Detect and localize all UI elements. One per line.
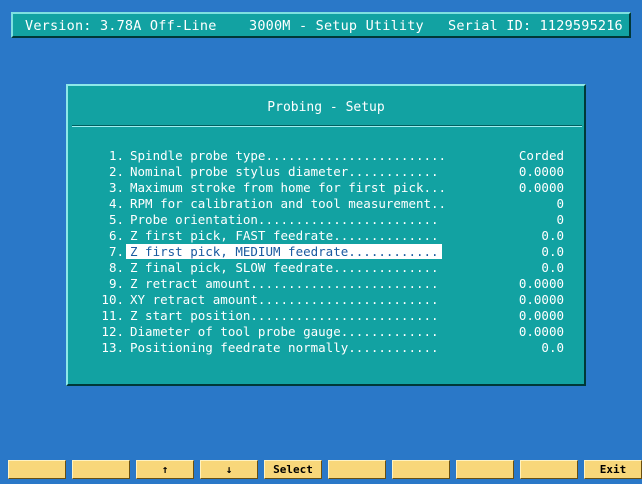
parameter-value: 0.0 xyxy=(541,260,564,275)
parameter-value: 0.0000 xyxy=(518,276,564,291)
parameter-label: Nominal probe stylus diameter...........… xyxy=(130,164,439,179)
parameter-row[interactable]: 9. Z retract amount......................… xyxy=(68,276,584,292)
header-bar: Version: 3.78A Off-Line 3000M - Setup Ut… xyxy=(11,12,631,38)
parameter-value: 0.0 xyxy=(541,340,564,355)
dialog-title: Probing - Setup xyxy=(267,100,385,115)
parameter-row[interactable]: 11. Z start position.....................… xyxy=(68,308,584,324)
parameter-row[interactable]: 4. RPM for calibration and tool measureme… xyxy=(68,196,584,212)
parameter-row[interactable]: 7. Z first pick, MEDIUM feedrate.........… xyxy=(68,244,584,260)
parameter-number: 5. xyxy=(108,212,124,227)
fkey-select[interactable]: Select xyxy=(264,460,322,479)
parameter-value: 0.0000 xyxy=(518,324,564,339)
serial-id-label: Serial ID: 1129595216 xyxy=(448,18,623,34)
parameter-label: RPM for calibration and tool measurement… xyxy=(130,196,447,211)
parameter-row[interactable]: 1. Spindle probe type....................… xyxy=(68,148,584,164)
parameter-label: Spindle probe type......................… xyxy=(130,148,447,163)
parameter-value: 0.0000 xyxy=(518,292,564,307)
parameter-number: 3. xyxy=(108,180,124,195)
parameter-value: Corded xyxy=(518,148,564,163)
parameter-number: 10. xyxy=(101,292,124,307)
parameter-number: 12. xyxy=(101,324,124,339)
fkey-2[interactable] xyxy=(72,460,130,479)
version-label: Version: 3.78A Off-Line xyxy=(25,18,217,34)
parameter-number: 2. xyxy=(108,164,124,179)
parameter-label: Diameter of tool probe gauge............… xyxy=(130,324,439,339)
parameter-label: Z retract amount........................… xyxy=(130,276,439,291)
parameter-value: 0.0 xyxy=(541,228,564,243)
fkey-8[interactable] xyxy=(456,460,514,479)
fkey-up-arrow[interactable]: ↑ xyxy=(136,460,194,479)
parameter-number: 8. xyxy=(108,260,124,275)
parameter-label: Z final pick, SLOW feedrate.............… xyxy=(130,260,439,275)
parameter-row[interactable]: 13. Positioning feedrate normally........… xyxy=(68,340,584,356)
parameter-number: 9. xyxy=(108,276,124,291)
parameter-row[interactable]: 5. Probe orientation.....................… xyxy=(68,212,584,228)
parameter-label: Z start position........................… xyxy=(130,308,439,323)
parameter-row[interactable]: 6. Z first pick, FAST feedrate...........… xyxy=(68,228,584,244)
parameter-row[interactable]: 10. XY retract amount....................… xyxy=(68,292,584,308)
parameter-number: 11. xyxy=(101,308,124,323)
fkey-9[interactable] xyxy=(520,460,578,479)
parameter-row[interactable]: 3. Maximum stroke from home for first pic… xyxy=(68,180,584,196)
dialog-divider xyxy=(72,125,582,127)
parameter-number: 7. xyxy=(108,244,124,259)
app-title: 3000M - Setup Utility xyxy=(249,18,424,34)
fkey-exit[interactable]: Exit xyxy=(584,460,642,479)
parameter-value: 0 xyxy=(556,212,564,227)
parameter-number: 4. xyxy=(108,196,124,211)
parameter-label: Maximum stroke from home for first pick.… xyxy=(130,180,447,195)
probing-setup-dialog: Probing - Setup 1. Spindle probe type....… xyxy=(66,84,586,386)
parameter-value: 0 xyxy=(556,196,564,211)
fkey-6[interactable] xyxy=(328,460,386,479)
fkey-down-arrow[interactable]: ↓ xyxy=(200,460,258,479)
fkey-1[interactable] xyxy=(8,460,66,479)
parameter-value: 0.0000 xyxy=(518,308,564,323)
parameter-number: 6. xyxy=(108,228,124,243)
parameter-label: Positioning feedrate normally...........… xyxy=(130,340,439,355)
parameter-row[interactable]: 2. Nominal probe stylus diameter.........… xyxy=(68,164,584,180)
parameter-number: 13. xyxy=(101,340,124,355)
parameter-row[interactable]: 8. Z final pick, SLOW feedrate...........… xyxy=(68,260,584,276)
parameter-value: 0.0 xyxy=(541,244,564,259)
function-key-bar: ↑ ↓ Select Exit xyxy=(0,460,642,480)
setup-utility-screen: Version: 3.78A Off-Line 3000M - Setup Ut… xyxy=(0,0,642,484)
parameter-row[interactable]: 12. Diameter of tool probe gauge.........… xyxy=(68,324,584,340)
parameter-label: XY retract amount.......................… xyxy=(130,292,439,307)
parameter-label: Z first pick, FAST feedrate.............… xyxy=(130,228,439,243)
parameter-label: Z first pick, MEDIUM feedrate...........… xyxy=(126,244,442,259)
parameter-value: 0.0000 xyxy=(518,180,564,195)
parameter-number: 1. xyxy=(108,148,124,163)
parameter-label: Probe orientation.......................… xyxy=(130,212,439,227)
fkey-7[interactable] xyxy=(392,460,450,479)
parameter-value: 0.0000 xyxy=(518,164,564,179)
